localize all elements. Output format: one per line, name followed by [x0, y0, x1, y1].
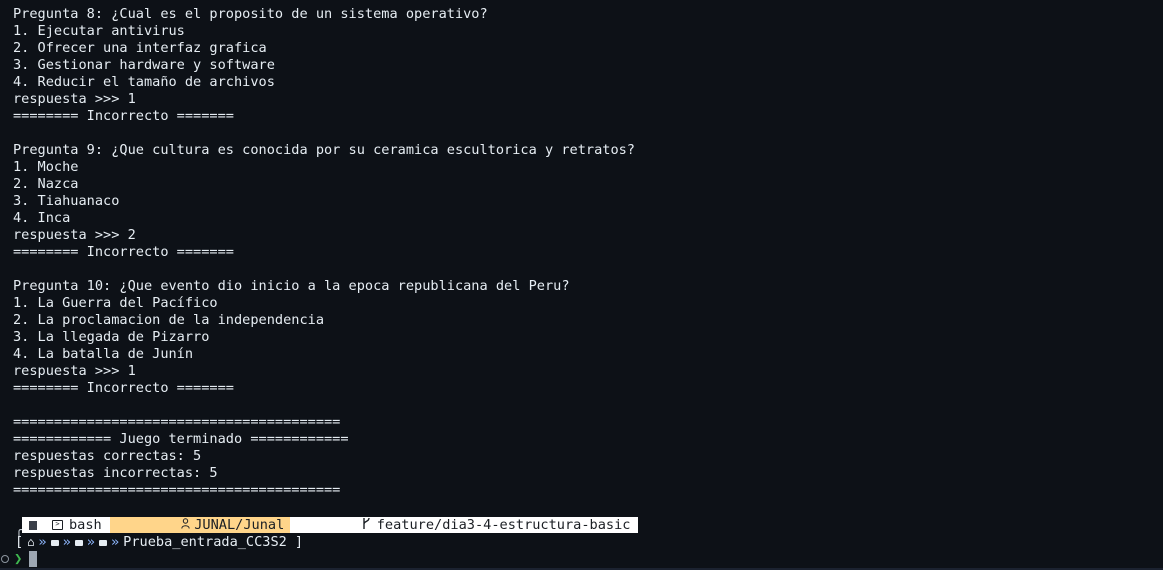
folder-icon — [50, 539, 59, 546]
output-line: Pregunta 8: ¿Cual es el proposito de un … — [13, 6, 488, 22]
output-line: ======================================== — [13, 414, 341, 430]
output-line: respuesta >>> 2 — [13, 227, 136, 243]
user-name: JUNAL/Junal — [194, 517, 285, 533]
path-separator: » — [38, 534, 47, 550]
output-line: respuesta >>> 1 — [13, 363, 136, 379]
output-line: 3. La llegada de Pizarro — [13, 329, 210, 345]
git-branch-name: feature/dia3-4-estructura-basic — [376, 517, 631, 533]
path-open-bracket: [ — [15, 534, 24, 550]
output-line: respuesta >>> 1 — [13, 91, 136, 107]
path-separator: » — [62, 534, 71, 550]
git-branch-icon — [296, 501, 370, 550]
folder-icon — [98, 539, 107, 546]
output-line: 4. Inca — [13, 210, 71, 226]
terminal-output: Pregunta 8: ¿Cual es el proposito de un … — [13, 6, 1163, 499]
output-line: 1. La Guerra del Pacífico — [13, 295, 218, 311]
output-line: ======== Incorrecto ======= — [13, 380, 234, 396]
shell-name: bash — [69, 517, 102, 533]
user-segment: JUNAL/Junal — [109, 517, 291, 533]
output-line: ======== Incorrecto ======= — [13, 108, 234, 124]
output-line: 2. La proclamacion de la independencia — [13, 312, 324, 328]
output-line: Pregunta 9: ¿Que cultura es conocida por… — [13, 142, 635, 158]
text-cursor[interactable] — [29, 551, 38, 567]
git-segment: feature/dia3-4-estructura-basic — [290, 517, 639, 533]
output-line: ======================================== — [13, 482, 341, 498]
path-separator: » — [110, 534, 120, 550]
output-line: 3. Tiahuanaco — [13, 193, 120, 209]
terminal-icon: > — [52, 520, 63, 530]
input-line[interactable]: ❯ — [0, 550, 38, 568]
prompt-path: [ ⌂ » » » » Prueba_entrada_CC3S2 ] — [15, 534, 303, 551]
output-line: ============ Juego terminado ===========… — [13, 431, 349, 447]
shell-segment: > bash — [44, 517, 110, 533]
circle-icon — [1, 555, 9, 563]
output-line: 3. Gestionar hardware y software — [13, 57, 275, 73]
output-line: 4. La batalla de Junín — [13, 346, 194, 362]
path-separator: » — [86, 534, 95, 550]
output-line: respuestas correctas: 5 — [13, 448, 202, 464]
output-line: 2. Ofrecer una interfaz grafica — [13, 40, 267, 56]
output-line: 2. Nazca — [13, 176, 79, 192]
output-line: ======== Incorrecto ======= — [13, 244, 234, 260]
folder-icon — [74, 539, 83, 546]
prompt-status-bar: > bash JUNAL/Junal feature/dia3-4-estruc… — [22, 517, 639, 533]
output-line: 1. Ejecutar antivirus — [13, 23, 185, 39]
path-close-bracket: ] — [294, 534, 304, 550]
home-icon: ⌂ — [27, 535, 35, 549]
output-line: 1. Moche — [13, 159, 79, 175]
output-line: Pregunta 10: ¿Que evento dio inicio a la… — [13, 278, 570, 294]
windows-icon — [22, 517, 44, 533]
output-line: 4. Reducir el tamaño de archivos — [13, 74, 275, 90]
prompt-chevron: ❯ — [14, 551, 23, 567]
current-directory: Prueba_entrada_CC3S2 — [123, 534, 287, 550]
output-line: respuestas incorrectas: 5 — [13, 465, 218, 481]
